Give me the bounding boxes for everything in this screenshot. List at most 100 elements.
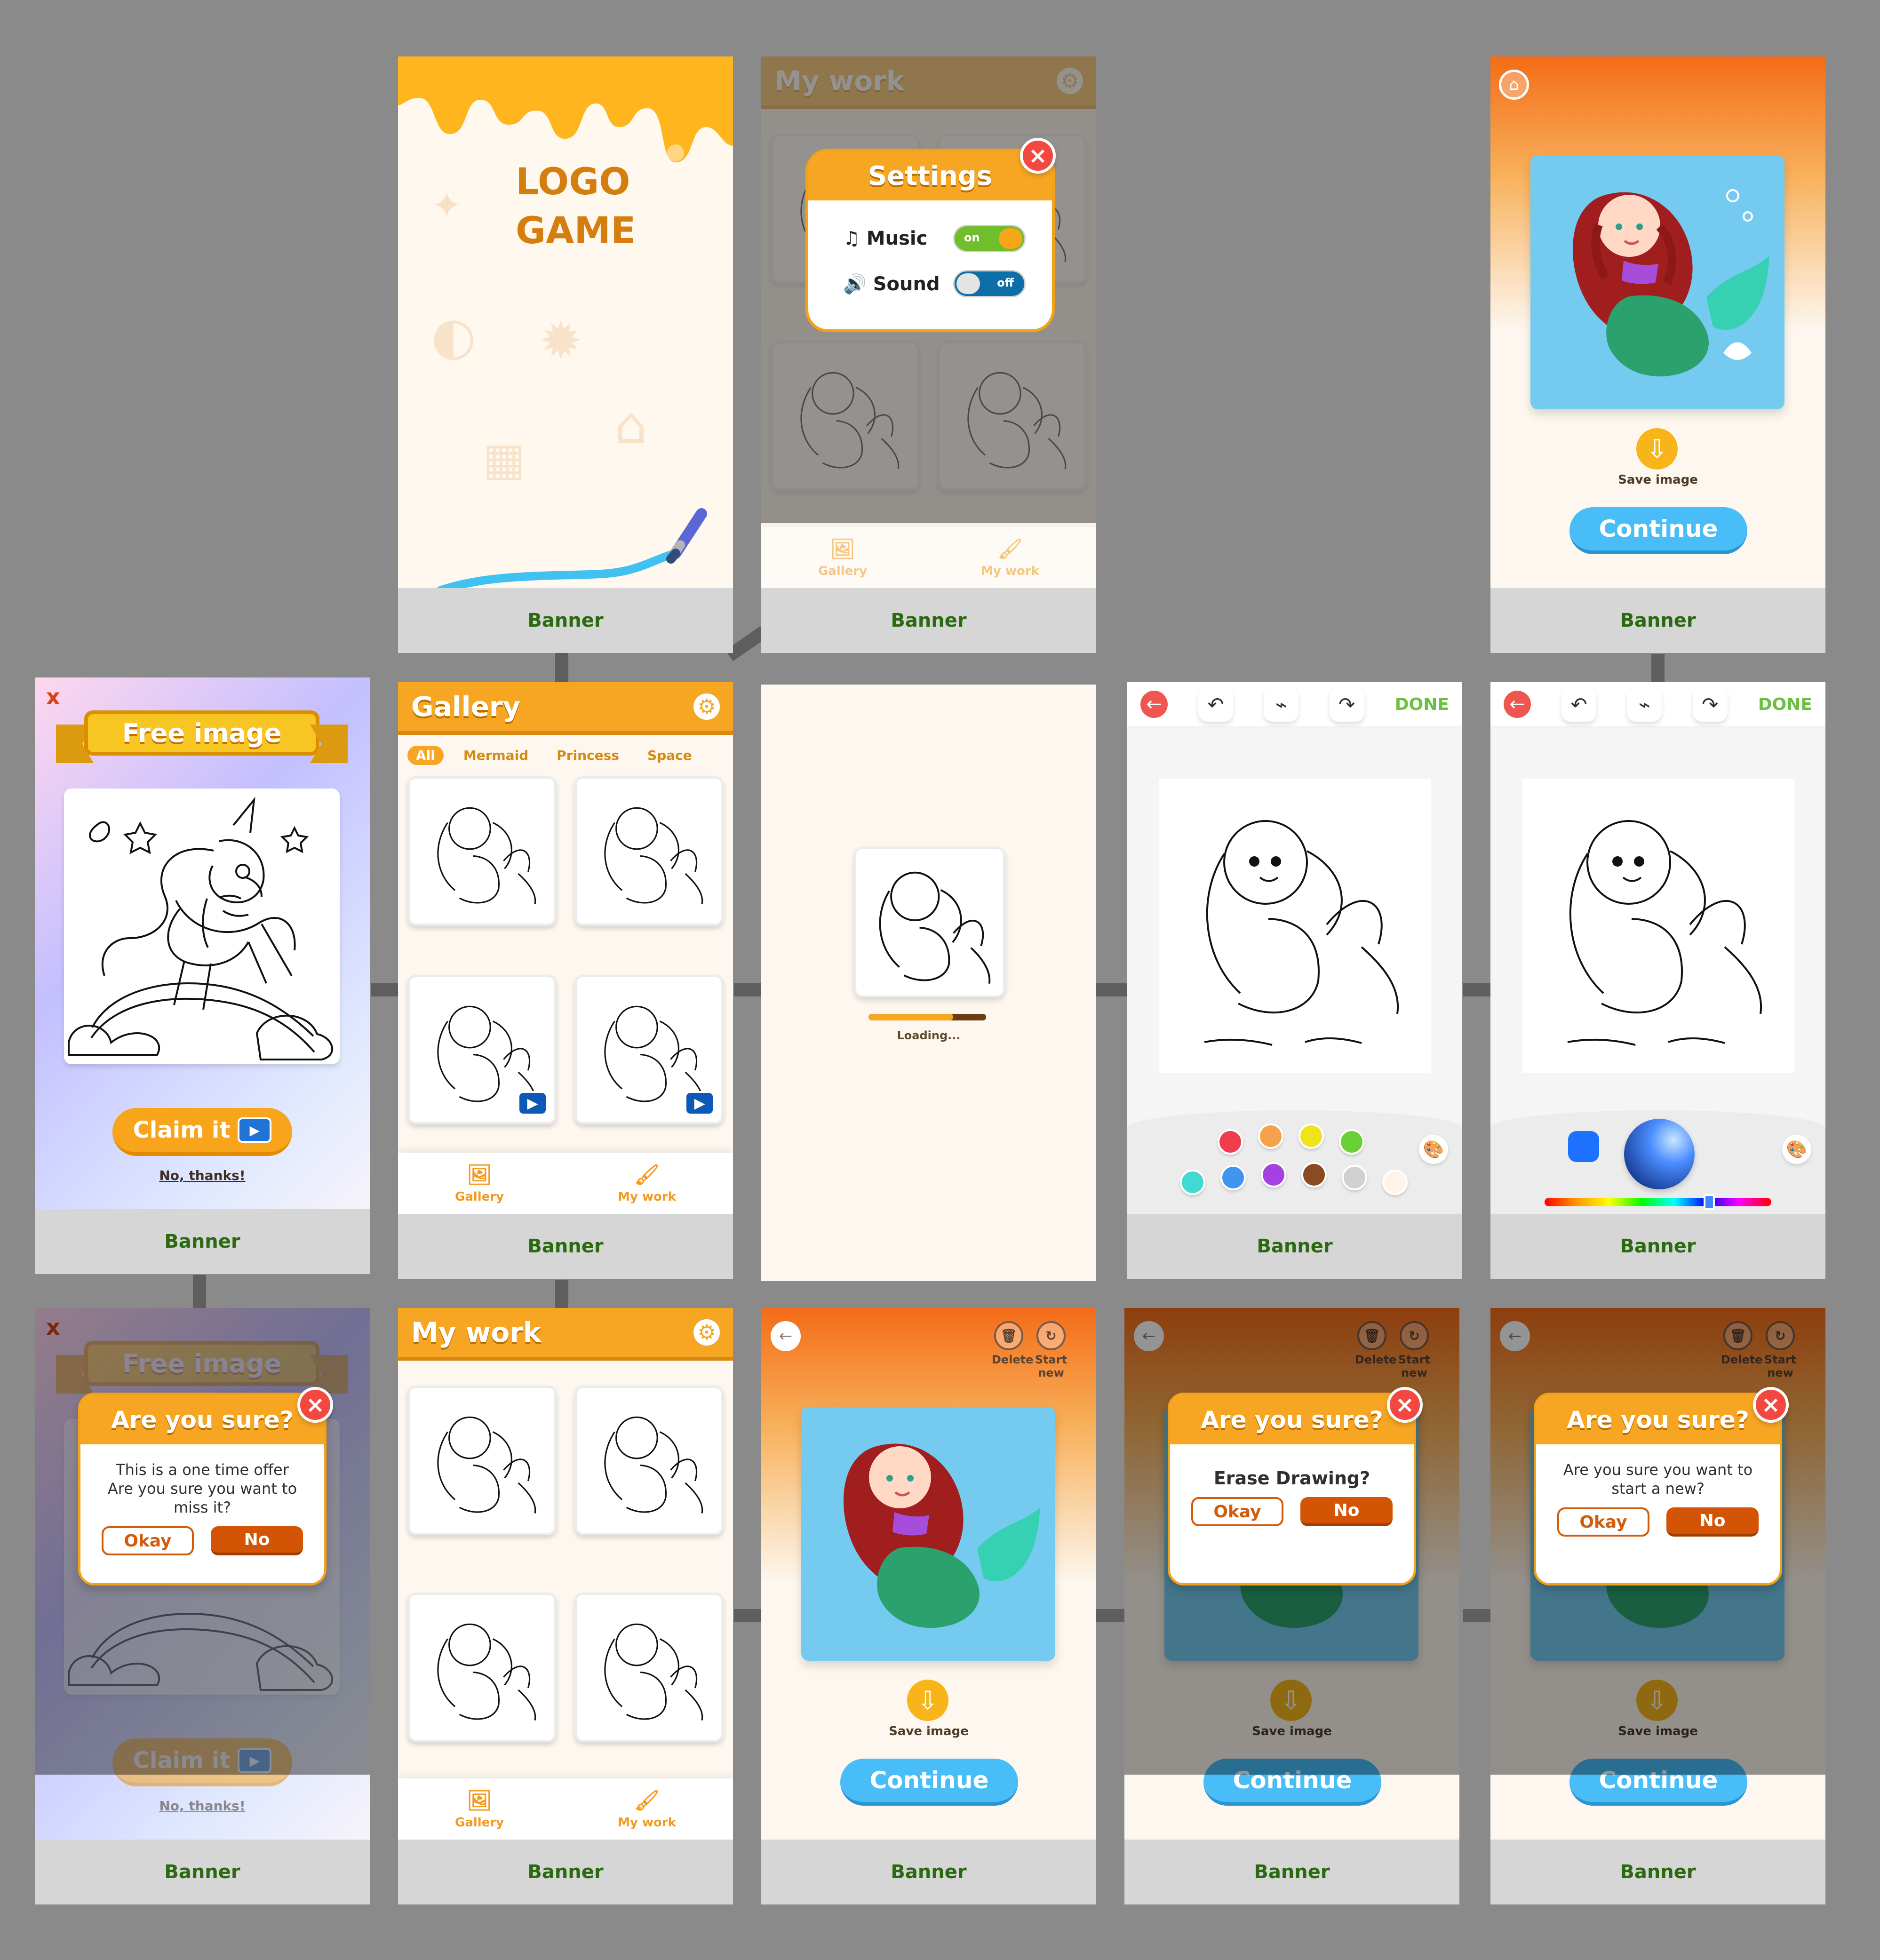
color-swatch-gray[interactable]	[1342, 1165, 1367, 1190]
settings-modal: Settings ♫ Music on 🔊 Sound off	[805, 149, 1055, 332]
chip-all[interactable]: All	[407, 745, 444, 765]
erase-confirm-banner: Banner	[1124, 1840, 1459, 1904]
close-icon[interactable]: ×	[1753, 1387, 1789, 1423]
okay-button[interactable]: Okay	[102, 1526, 194, 1555]
color-swatch-blue[interactable]	[1220, 1165, 1246, 1190]
gallery-card[interactable]	[574, 776, 724, 926]
draw-picker-app: ← ↶ ⌁ ↷ DONE 🎨	[1490, 682, 1825, 1214]
continue-button[interactable]: Continue	[1569, 507, 1747, 554]
tab-gallery[interactable]: 🖼 Gallery	[818, 537, 867, 578]
color-palette: 🎨	[1127, 1110, 1462, 1214]
gallery-title: Gallery	[411, 691, 521, 723]
chip-mermaid[interactable]: Mermaid	[455, 746, 537, 765]
palette-icon: ◐	[431, 306, 476, 366]
dropper-icon[interactable]: ⌁	[1264, 687, 1299, 722]
gallery-card[interactable]: ▶	[407, 975, 557, 1124]
color-swatch-red[interactable]	[1218, 1129, 1243, 1155]
color-swatch-orange[interactable]	[1258, 1123, 1283, 1149]
dropper-icon[interactable]: ⌁	[1627, 687, 1662, 722]
tab-mywork[interactable]: 🖌 My work	[618, 1163, 676, 1204]
gear-icon[interactable]: ⚙	[693, 1319, 720, 1346]
save-image-label: Save image	[889, 1724, 969, 1738]
palette-icon[interactable]: 🎨	[1782, 1135, 1811, 1164]
no-button[interactable]: No	[1300, 1497, 1393, 1526]
chip-princess[interactable]: Princess	[548, 746, 628, 765]
result-top-app: ⌂ ⇩ Save image Continue	[1490, 56, 1825, 588]
delete-action[interactable]: 🗑 Delete	[992, 1321, 1034, 1366]
color-swatch-purple[interactable]	[1261, 1162, 1286, 1187]
color-swatch-yellow[interactable]	[1298, 1123, 1324, 1149]
palette-icon[interactable]: 🎨	[1419, 1135, 1448, 1164]
back-icon[interactable]: ←	[1504, 691, 1531, 718]
colored-mermaid-image	[801, 1407, 1055, 1661]
color-swatch-teal[interactable]	[1180, 1170, 1205, 1195]
undo-icon[interactable]: ↶	[1561, 687, 1597, 722]
gallery-grid: ▶ ▶	[407, 776, 724, 1157]
start-new-action[interactable]: ↻ Start new	[1034, 1321, 1068, 1379]
gallery-card[interactable]: ▶	[574, 975, 724, 1124]
done-button[interactable]: DONE	[1758, 695, 1812, 714]
selected-color-swatch[interactable]	[1568, 1131, 1599, 1162]
artwork-card[interactable]	[407, 1592, 557, 1742]
chip-space[interactable]: Space	[639, 746, 701, 765]
artwork-card[interactable]	[574, 1386, 724, 1535]
tab-gallery[interactable]: 🖼 Gallery	[455, 1163, 504, 1204]
okay-button[interactable]: Okay	[1191, 1497, 1283, 1526]
close-x-icon[interactable]: x	[46, 684, 60, 709]
done-button[interactable]: DONE	[1395, 695, 1449, 714]
download-icon[interactable]: ⇩	[907, 1680, 948, 1721]
gallery-card[interactable]	[407, 776, 557, 926]
tab-gallery[interactable]: 🖼 Gallery	[455, 1788, 504, 1830]
dialog-title: Are you sure?	[80, 1395, 324, 1444]
back-icon[interactable]: ←	[1140, 691, 1168, 718]
mermaid-lineart-icon	[604, 1416, 703, 1514]
home-icon[interactable]: ⌂	[1499, 70, 1529, 100]
draw-palette-screen: ← ↶ ⌁ ↷ DONE 🎨 Banner	[1127, 682, 1462, 1279]
tab-mywork[interactable]: 🖌 My work	[618, 1788, 676, 1830]
delete-label: Delete	[992, 1353, 1034, 1366]
save-image-label: Save image	[1618, 473, 1698, 487]
drawing-canvas[interactable]	[1159, 779, 1431, 1073]
connector-result-erase	[1096, 1609, 1124, 1622]
result-top-banner: Banner	[1490, 588, 1825, 653]
no-thanks-link[interactable]: No, thanks!	[35, 1798, 370, 1814]
close-icon[interactable]: ×	[297, 1387, 333, 1423]
free-image-title: Free image	[84, 710, 319, 756]
mermaid-lineart-icon	[1204, 820, 1399, 1046]
no-button[interactable]: No	[1666, 1507, 1759, 1537]
logo-text: LOGO GAME	[516, 158, 636, 255]
claim-button[interactable]: Claim it ▶	[112, 1108, 292, 1156]
mermaid-lineart-icon	[1567, 820, 1762, 1046]
okay-button[interactable]: Okay	[1557, 1507, 1649, 1537]
continue-button[interactable]: Continue	[840, 1759, 1018, 1806]
hue-slider[interactable]	[1545, 1194, 1771, 1210]
color-swatch-green[interactable]	[1339, 1129, 1364, 1155]
no-button[interactable]: No	[211, 1526, 303, 1555]
download-icon[interactable]: ⇩	[1636, 428, 1678, 470]
erase-confirm-app: ← 🗑 Delete ↻ Start new ⇩ Save image Contin…	[1124, 1308, 1459, 1840]
music-toggle[interactable]: on	[953, 225, 1026, 252]
redo-icon[interactable]: ↷	[1329, 687, 1364, 722]
artwork-card[interactable]	[574, 1592, 724, 1742]
close-icon[interactable]: ×	[1020, 138, 1056, 174]
undo-icon[interactable]: ↶	[1198, 687, 1234, 722]
no-thanks-link[interactable]: No, thanks!	[35, 1168, 370, 1183]
color-swatch-brown[interactable]	[1301, 1162, 1327, 1187]
redo-icon[interactable]: ↷	[1692, 687, 1728, 722]
drawing-canvas[interactable]	[1522, 779, 1794, 1073]
dialog-message: Erase Drawing?	[1213, 1468, 1370, 1489]
unicorn-lineart-icon	[68, 797, 333, 1060]
color-swatch-cream[interactable]	[1382, 1170, 1408, 1195]
gallery-header: Gallery ⚙	[398, 682, 733, 735]
close-icon[interactable]: ×	[1387, 1387, 1423, 1423]
back-icon[interactable]: ←	[771, 1321, 801, 1351]
color-wheel[interactable]	[1624, 1119, 1695, 1189]
gear-icon[interactable]: ⚙	[693, 693, 720, 720]
tab-mywork[interactable]: 🖌 My work	[981, 537, 1039, 578]
logo-app: LOGO GAME ✦ ◐ ✹ ⌂ ▦	[398, 56, 733, 588]
sound-toggle[interactable]: off	[953, 270, 1026, 297]
hue-slider-thumb[interactable]	[1704, 1194, 1715, 1210]
artwork-card[interactable]	[407, 1386, 557, 1535]
mywork-app: My work ⚙ 🖼 Gallery 🖌 My work	[398, 1308, 733, 1840]
colored-mermaid-svg	[801, 1407, 1055, 1661]
